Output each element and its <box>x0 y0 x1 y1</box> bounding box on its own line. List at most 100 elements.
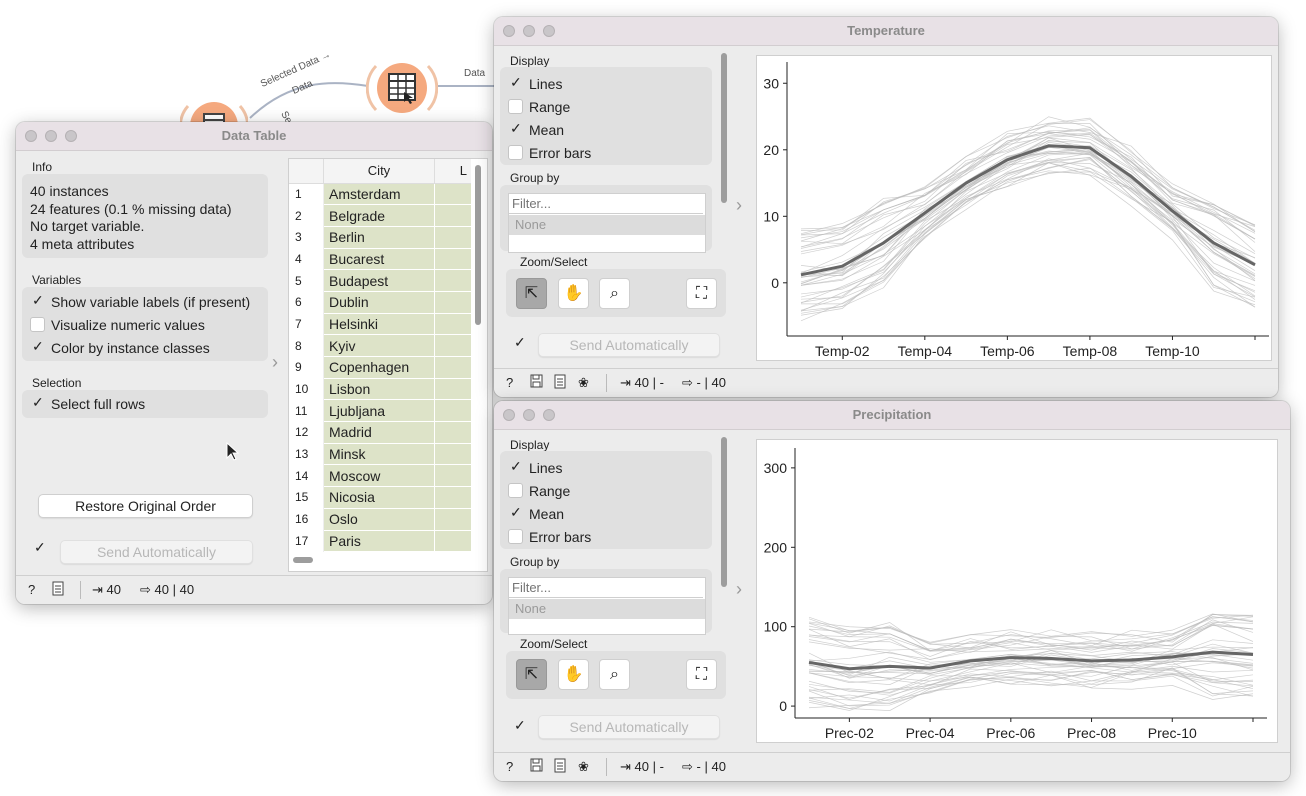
l-cell[interactable] <box>434 248 471 271</box>
zoom-tool-button[interactable]: ⌕ <box>599 278 630 309</box>
report-icon[interactable] <box>52 581 64 599</box>
color-by-class-checkbox[interactable]: Color by instance classes <box>30 338 210 356</box>
temperature-chart[interactable]: 0 10 20 30 Temp-02 Temp-04 Temp-06 Temp-08 Temp-… <box>757 56 1271 360</box>
table-row[interactable]: 3 Berlin <box>289 226 471 249</box>
row-number[interactable]: 7 <box>289 313 324 335</box>
visual-settings-icon[interactable]: ❀ <box>578 759 589 775</box>
save-icon[interactable] <box>530 374 543 391</box>
mean-checkbox[interactable]: Mean <box>508 120 564 138</box>
reset-zoom-button[interactable]: ⛶ <box>686 278 717 309</box>
table-row[interactable]: 8 Kyiv <box>289 334 471 357</box>
city-cell[interactable]: Budapest <box>323 269 435 292</box>
l-cell[interactable] <box>434 269 471 292</box>
city-cell[interactable]: Ljubljana <box>323 399 435 423</box>
control-scrollbar[interactable] <box>721 53 727 203</box>
send-automatically-button[interactable]: Send Automatically <box>538 333 720 357</box>
report-icon[interactable] <box>554 374 566 392</box>
city-cell[interactable]: Lisbon <box>323 378 435 401</box>
row-number[interactable]: 6 <box>289 291 324 314</box>
city-cell[interactable]: Kyiv <box>323 334 435 357</box>
row-number[interactable]: 10 <box>289 378 324 400</box>
horizontal-scrollbar[interactable] <box>293 557 313 563</box>
l-cell[interactable] <box>434 183 471 206</box>
table-row[interactable]: 7 Helsinki <box>289 313 471 336</box>
row-number[interactable]: 12 <box>289 421 324 444</box>
table-row[interactable]: 15 Nicosia <box>289 486 471 509</box>
none-option[interactable]: None <box>509 215 705 235</box>
table-row[interactable]: 9 Copenhagen <box>289 356 471 379</box>
lines-checkbox[interactable]: Lines <box>508 458 562 476</box>
group-by-list[interactable]: None <box>508 577 706 635</box>
table-row[interactable]: 11 Ljubljana <box>289 399 471 423</box>
table-row[interactable]: 2 Belgrade <box>289 204 471 227</box>
error-bars-checkbox[interactable]: Error bars <box>508 145 591 161</box>
row-number[interactable]: 1 <box>289 183 324 205</box>
row-number[interactable]: 4 <box>289 248 324 270</box>
send-automatically-button[interactable]: Send Automatically <box>538 715 720 739</box>
row-number[interactable]: 3 <box>289 226 324 249</box>
table-row[interactable]: 14 Moscow <box>289 464 471 488</box>
pan-tool-button[interactable]: ✋ <box>558 659 589 690</box>
l-cell[interactable] <box>434 486 471 509</box>
row-number[interactable]: 14 <box>289 464 324 487</box>
chevron-right-icon[interactable]: › <box>736 195 742 216</box>
row-number[interactable]: 15 <box>289 486 324 509</box>
corner-header[interactable] <box>289 159 324 184</box>
city-cell[interactable]: Helsinki <box>323 313 435 336</box>
temperature-plot-area[interactable]: 0 10 20 30 Temp-02 Temp-04 Temp-06 Temp-08 Temp-… <box>756 55 1272 361</box>
chevron-right-icon[interactable]: › <box>272 352 278 373</box>
l-cell[interactable] <box>434 508 471 531</box>
zoom-tool-button[interactable]: ⌕ <box>599 659 630 690</box>
city-cell[interactable]: Madrid <box>323 421 435 444</box>
l-cell[interactable] <box>434 204 471 227</box>
help-icon[interactable]: ? <box>506 375 513 390</box>
row-number[interactable]: 8 <box>289 334 324 357</box>
l-cell[interactable] <box>434 378 471 401</box>
data-table-node-2[interactable] <box>365 52 439 124</box>
error-bars-checkbox[interactable]: Error bars <box>508 529 591 545</box>
table-row[interactable]: 1 Amsterdam <box>289 183 471 206</box>
none-option[interactable]: None <box>509 599 705 619</box>
show-labels-checkbox[interactable]: Show variable labels (if present) <box>30 292 250 310</box>
help-icon[interactable]: ? <box>506 759 513 774</box>
city-cell[interactable]: Oslo <box>323 508 435 531</box>
report-icon[interactable] <box>554 758 566 776</box>
select-tool-button[interactable]: ⇱ <box>516 278 547 309</box>
table-row[interactable]: 13 Minsk <box>289 443 471 466</box>
table-row[interactable]: 16 Oslo <box>289 508 471 531</box>
city-cell[interactable]: Dublin <box>323 291 435 314</box>
save-icon[interactable] <box>530 758 543 775</box>
row-number[interactable]: 2 <box>289 204 324 227</box>
visual-settings-icon[interactable]: ❀ <box>578 375 589 391</box>
l-cell[interactable] <box>434 226 471 249</box>
city-cell[interactable]: Copenhagen <box>323 356 435 379</box>
city-cell[interactable]: Belgrade <box>323 204 435 227</box>
range-checkbox[interactable]: Range <box>508 483 570 499</box>
l-cell[interactable] <box>434 443 471 466</box>
column-header-l[interactable]: L <box>434 159 471 184</box>
row-number[interactable]: 16 <box>289 508 324 530</box>
table-row[interactable]: 10 Lisbon <box>289 378 471 401</box>
city-cell[interactable]: Berlin <box>323 226 435 249</box>
precipitation-chart[interactable]: 0 100 200 300 Prec-02 Prec-04 Prec-06 Prec-08 Pr… <box>757 440 1277 742</box>
lines-checkbox[interactable]: Lines <box>508 74 562 92</box>
city-cell[interactable]: Minsk <box>323 443 435 466</box>
auto-send-checkbox[interactable] <box>512 717 533 735</box>
visualize-numeric-checkbox[interactable]: Visualize numeric values <box>30 317 205 333</box>
reset-zoom-button[interactable]: ⛶ <box>686 659 717 690</box>
table-row[interactable]: 17 Paris <box>289 530 471 553</box>
city-cell[interactable]: Amsterdam <box>323 183 435 206</box>
send-automatically-button[interactable]: Send Automatically <box>60 540 253 564</box>
range-checkbox[interactable]: Range <box>508 99 570 115</box>
l-cell[interactable] <box>434 291 471 314</box>
l-cell[interactable] <box>434 530 471 553</box>
table-row[interactable]: 12 Madrid <box>289 421 471 444</box>
precipitation-plot-area[interactable]: 0 100 200 300 Prec-02 Prec-04 Prec-06 Prec-08 Pr… <box>756 439 1278 743</box>
table-row[interactable]: 4 Bucarest <box>289 248 471 271</box>
row-number[interactable]: 5 <box>289 269 324 292</box>
pan-tool-button[interactable]: ✋ <box>558 278 589 309</box>
l-cell[interactable] <box>434 464 471 488</box>
row-number[interactable]: 9 <box>289 356 324 379</box>
restore-original-order-button[interactable]: Restore Original Order <box>38 494 253 518</box>
table-row[interactable]: 5 Budapest <box>289 269 471 292</box>
